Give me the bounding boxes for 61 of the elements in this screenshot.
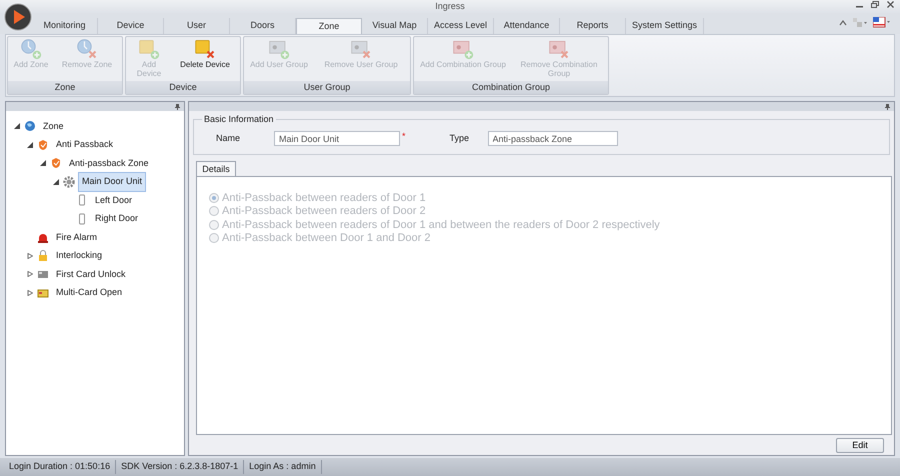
group-label: Device bbox=[126, 81, 240, 94]
user-card-icon bbox=[548, 38, 570, 60]
tree-item[interactable]: First Card Unlock bbox=[52, 264, 130, 284]
restore-icon[interactable] bbox=[871, 1, 879, 8]
card-icon bbox=[37, 286, 49, 299]
status-text: Login As : admin bbox=[244, 460, 322, 474]
collapsed-icon[interactable] bbox=[26, 290, 32, 296]
expanded-icon[interactable] bbox=[26, 142, 32, 148]
tree-item[interactable]: Anti Passback bbox=[52, 135, 118, 154]
tree-item[interactable]: Zone bbox=[39, 116, 68, 136]
tree-item[interactable]: Main Door Unit bbox=[78, 172, 146, 192]
collapsed-icon[interactable] bbox=[26, 271, 32, 278]
collapse-icon[interactable] bbox=[839, 19, 847, 26]
card-icon bbox=[37, 268, 49, 280]
ribbon-tab[interactable]: Zone bbox=[296, 18, 362, 34]
alarm-icon bbox=[37, 231, 49, 244]
collapsed-icon[interactable] bbox=[26, 252, 32, 259]
name-field[interactable]: Main Door Unit bbox=[274, 131, 400, 146]
tree-item[interactable]: Fire Alarm bbox=[52, 228, 102, 247]
tree-item[interactable]: Multi-Card Open bbox=[52, 283, 126, 302]
user-card-icon bbox=[350, 38, 372, 60]
type-field[interactable]: Anti-passback Zone bbox=[488, 131, 618, 146]
edit-button[interactable]: Edit bbox=[836, 438, 884, 453]
option-label: Anti-Passback between Door 1 and Door 2 bbox=[222, 231, 431, 246]
expanded-icon[interactable] bbox=[52, 178, 58, 185]
details-tab[interactable]: Details bbox=[196, 161, 236, 176]
user-card-icon bbox=[452, 38, 474, 60]
group-label: Combination Group bbox=[414, 81, 608, 94]
required-mark: * bbox=[402, 130, 406, 142]
globe-icon bbox=[24, 120, 36, 132]
status-text: SDK Version : 6.2.3.8-1807-1 bbox=[116, 460, 244, 474]
flag-icon[interactable] bbox=[873, 17, 890, 28]
expanded-icon[interactable] bbox=[40, 160, 46, 166]
shield-icon bbox=[37, 138, 49, 151]
pin-icon[interactable] bbox=[885, 104, 890, 110]
door-icon bbox=[76, 212, 88, 225]
close-icon[interactable] bbox=[887, 1, 894, 8]
tree-item[interactable]: Right Door bbox=[91, 209, 142, 228]
group-label: Zone bbox=[8, 81, 122, 94]
section-title: Basic Information bbox=[203, 113, 275, 126]
user-card-icon bbox=[268, 38, 290, 60]
field-label: Type bbox=[450, 132, 470, 145]
pin-icon[interactable] bbox=[175, 104, 180, 110]
tree-item[interactable]: Anti-passback Zone bbox=[65, 154, 153, 173]
ribbon-button[interactable]: Delete Device bbox=[172, 38, 238, 80]
tree-item[interactable]: Interlocking bbox=[52, 246, 106, 266]
gear-icon bbox=[63, 176, 75, 188]
option-label: Anti-Passback between readers of Door 2 bbox=[222, 204, 426, 219]
option-label: Anti-Passback between readers of Door 1 bbox=[222, 190, 426, 206]
field-label: Name bbox=[215, 132, 242, 145]
option-label: Anti-Passback between readers of Door 1 and between the readers of Door 2 respectively bbox=[222, 218, 660, 232]
status-text: Login Duration : 01:50:16 bbox=[4, 460, 116, 474]
lock-icon bbox=[37, 250, 49, 262]
clock-icon bbox=[20, 38, 42, 60]
group-label: User Group bbox=[244, 81, 410, 94]
door-icon bbox=[76, 194, 88, 206]
tree-item[interactable]: Left Door bbox=[91, 190, 136, 210]
clock-icon bbox=[76, 38, 98, 60]
expanded-icon[interactable] bbox=[14, 123, 20, 130]
window-title: Ingress bbox=[435, 0, 465, 14]
shield-icon bbox=[50, 157, 62, 170]
